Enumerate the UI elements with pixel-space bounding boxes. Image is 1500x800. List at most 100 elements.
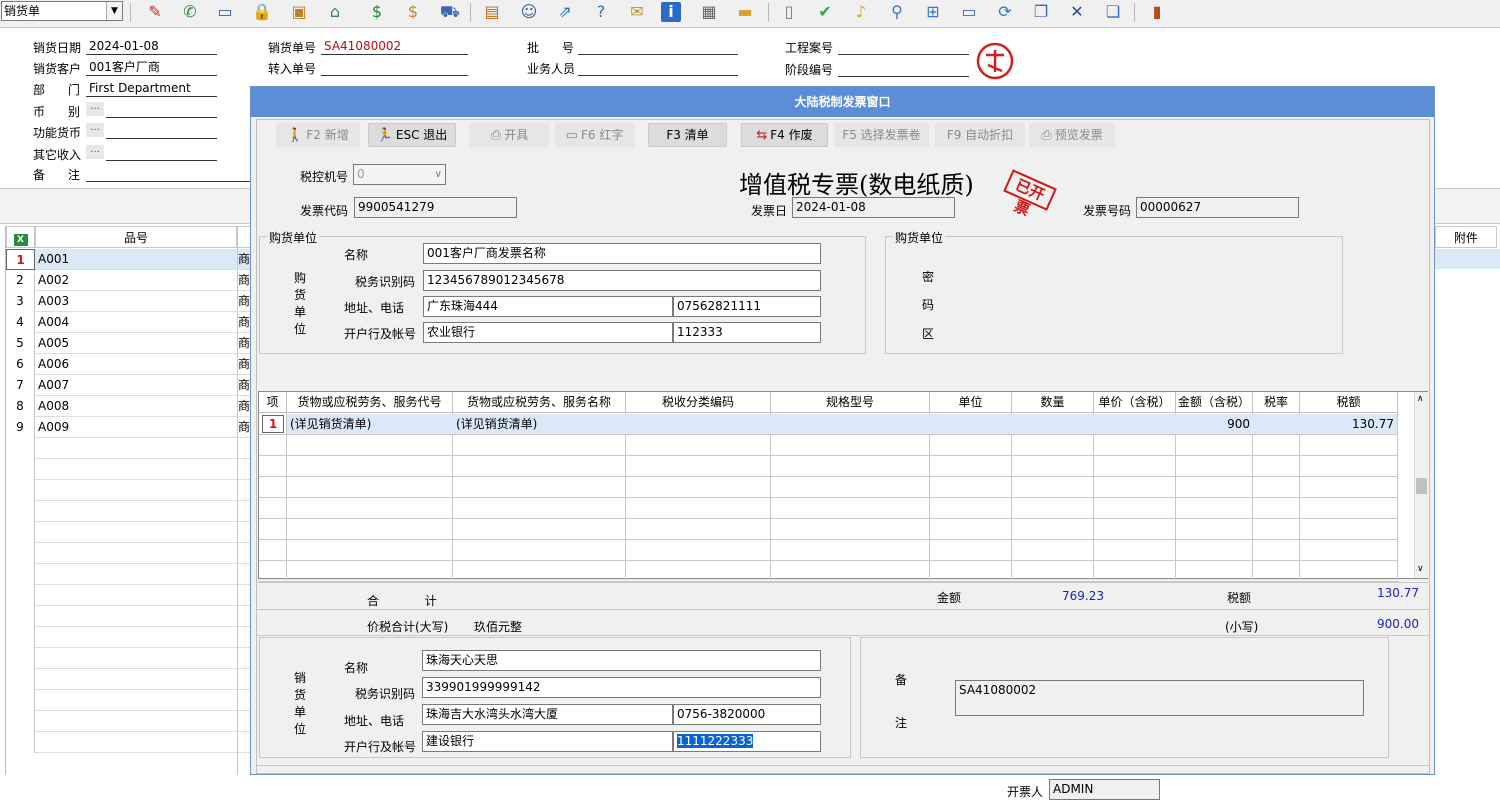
currency-field[interactable] bbox=[106, 101, 217, 118]
table-row[interactable]: A005 商 5 bbox=[6, 333, 251, 354]
column-header-tax-rate[interactable]: 税率 bbox=[1253, 392, 1300, 413]
row-number[interactable]: 3 bbox=[6, 291, 35, 312]
transfer-no-field[interactable] bbox=[321, 59, 468, 76]
column-header-quantity[interactable]: 数量 bbox=[1012, 392, 1094, 413]
spell-check-icon[interactable]: ✎ bbox=[143, 1, 167, 23]
lock-icon[interactable]: 🔒 bbox=[250, 1, 274, 23]
order-no-field[interactable]: SA41080002 bbox=[321, 38, 468, 55]
seller-addr-field[interactable]: 珠海吉大水湾头水湾大厦 bbox=[422, 704, 673, 725]
row-number[interactable] bbox=[6, 564, 35, 585]
grid-header-name[interactable] bbox=[237, 226, 251, 248]
row-number[interactable] bbox=[6, 669, 35, 690]
preview-button[interactable]: ⎙ 预览发票 bbox=[1029, 123, 1115, 147]
red-invoice-button[interactable]: ▭ F6 红字 bbox=[555, 123, 634, 147]
salesman-field[interactable] bbox=[578, 59, 738, 76]
table-row[interactable]: A008 商 8 bbox=[6, 396, 251, 417]
buyer-addr-field[interactable]: 广东珠海444 bbox=[423, 296, 673, 317]
buyer-phone-field[interactable]: 07562821111 bbox=[673, 296, 821, 317]
table-row[interactable] bbox=[6, 438, 251, 459]
seller-bank-field[interactable]: 建设银行 bbox=[422, 731, 673, 752]
money-bag-icon[interactable]: $ bbox=[401, 1, 425, 23]
table-row[interactable]: A003 商 3 bbox=[6, 291, 251, 312]
invoice-no-field[interactable]: 00000627 bbox=[1136, 197, 1299, 218]
buyer-tax-id-field[interactable]: 123456789012345678 bbox=[423, 270, 821, 291]
row-number[interactable] bbox=[6, 438, 35, 459]
chevron-down-icon[interactable]: ▼ bbox=[106, 2, 122, 20]
row-number[interactable]: 6 bbox=[6, 354, 35, 375]
clipboard-icon[interactable]: ▤ bbox=[480, 1, 504, 23]
stage-field[interactable] bbox=[838, 60, 969, 77]
auto-discount-button[interactable]: F9 自动折扣 bbox=[935, 123, 1025, 147]
row-number[interactable] bbox=[6, 711, 35, 732]
table-row[interactable]: A001 商 1 bbox=[6, 249, 251, 270]
sale-date-field[interactable]: 2024-01-08 bbox=[86, 38, 217, 55]
document-icon[interactable]: ▯ bbox=[777, 1, 801, 23]
other-income-field[interactable] bbox=[106, 144, 217, 161]
product-code-cell[interactable]: A005 bbox=[38, 333, 69, 354]
table-row[interactable] bbox=[6, 480, 251, 501]
product-name-cell[interactable]: 商 bbox=[238, 333, 250, 354]
dollar-icon[interactable]: $ bbox=[365, 1, 389, 23]
list-button[interactable]: F3 清单 bbox=[648, 123, 727, 147]
buyer-name-field[interactable]: 001客户厂商发票名称 bbox=[423, 243, 821, 264]
calculator-icon[interactable]: ▦ bbox=[697, 1, 721, 23]
home-icon[interactable]: ⌂ bbox=[323, 1, 347, 23]
row-number[interactable]: 1 bbox=[6, 249, 35, 270]
remark-field[interactable]: SA41080002 bbox=[955, 680, 1364, 716]
export-excel-icon[interactable]: X bbox=[6, 226, 35, 248]
row-number[interactable] bbox=[6, 480, 35, 501]
select-roll-button[interactable]: F5 选择发票卷 bbox=[834, 123, 929, 147]
product-name-cell[interactable]: 商 bbox=[238, 396, 250, 417]
users-icon[interactable]: ☺ bbox=[517, 1, 541, 23]
row-number[interactable]: 5 bbox=[6, 333, 35, 354]
table-row[interactable] bbox=[6, 690, 251, 711]
row-number[interactable] bbox=[6, 648, 35, 669]
row-number[interactable] bbox=[6, 585, 35, 606]
invoice-code-field[interactable]: 9900541279 bbox=[354, 197, 517, 218]
void-button[interactable]: ⇆ F4 作废 bbox=[741, 123, 828, 147]
column-header-goods-code[interactable]: 货物或应税劳务、服务代号 bbox=[287, 392, 453, 413]
product-code-cell[interactable]: A007 bbox=[38, 375, 69, 396]
briefcase-icon[interactable]: ▣ bbox=[287, 1, 311, 23]
buyer-account-field[interactable]: 112333 bbox=[673, 322, 821, 343]
table-row[interactable] bbox=[6, 732, 251, 753]
seller-phone-field[interactable]: 0756-3820000 bbox=[673, 704, 821, 725]
product-code-cell[interactable]: A006 bbox=[38, 354, 69, 375]
table-row[interactable] bbox=[6, 564, 251, 585]
windows-icon[interactable]: ❐ bbox=[1029, 1, 1053, 23]
row-number[interactable]: 9 bbox=[6, 417, 35, 438]
row-number[interactable]: 4 bbox=[6, 312, 35, 333]
table-row[interactable] bbox=[6, 627, 251, 648]
grid-header-product[interactable]: 品号 bbox=[35, 226, 237, 248]
product-code-cell[interactable]: A002 bbox=[38, 270, 69, 291]
table-row[interactable]: A004 商 4 bbox=[6, 312, 251, 333]
product-code-cell[interactable]: A009 bbox=[38, 417, 69, 438]
seller-tax-id-field[interactable]: 339901999999142 bbox=[422, 677, 821, 698]
row-number[interactable]: 7 bbox=[6, 375, 35, 396]
product-code-cell[interactable]: A008 bbox=[38, 396, 69, 417]
goods-name-cell[interactable]: (详见销货清单) bbox=[456, 414, 537, 434]
scrollbar-thumb[interactable] bbox=[1416, 478, 1427, 494]
column-header-tax-amount[interactable]: 税额 bbox=[1300, 392, 1398, 413]
row-number[interactable] bbox=[6, 690, 35, 711]
row-number[interactable] bbox=[6, 606, 35, 627]
exit-door-icon[interactable]: ▮ bbox=[1145, 1, 1169, 23]
refresh-icon[interactable]: ⟳ bbox=[993, 1, 1017, 23]
product-name-cell[interactable]: 商 bbox=[238, 249, 250, 270]
link-icon[interactable]: ⇗ bbox=[553, 1, 577, 23]
product-code-cell[interactable]: A003 bbox=[38, 291, 69, 312]
tax-machine-select[interactable]: 0 ∨ bbox=[353, 164, 446, 185]
info-icon[interactable]: i bbox=[661, 2, 681, 22]
table-row[interactable] bbox=[6, 648, 251, 669]
column-header-unit[interactable]: 单位 bbox=[930, 392, 1012, 413]
row-number[interactable]: 1 bbox=[262, 415, 284, 433]
chevron-down-icon[interactable]: ∨ bbox=[435, 165, 442, 184]
currency-lookup-button[interactable]: … bbox=[86, 102, 104, 116]
table-row[interactable] bbox=[6, 669, 251, 690]
remark-field[interactable] bbox=[86, 165, 250, 182]
row-number[interactable] bbox=[6, 627, 35, 648]
other-income-lookup-button[interactable]: … bbox=[86, 145, 104, 159]
dept-field[interactable]: First Department bbox=[86, 80, 217, 97]
issuer-field[interactable]: ADMIN bbox=[1049, 779, 1160, 800]
column-header-tax-class-code[interactable]: 税收分类编码 bbox=[626, 392, 771, 413]
